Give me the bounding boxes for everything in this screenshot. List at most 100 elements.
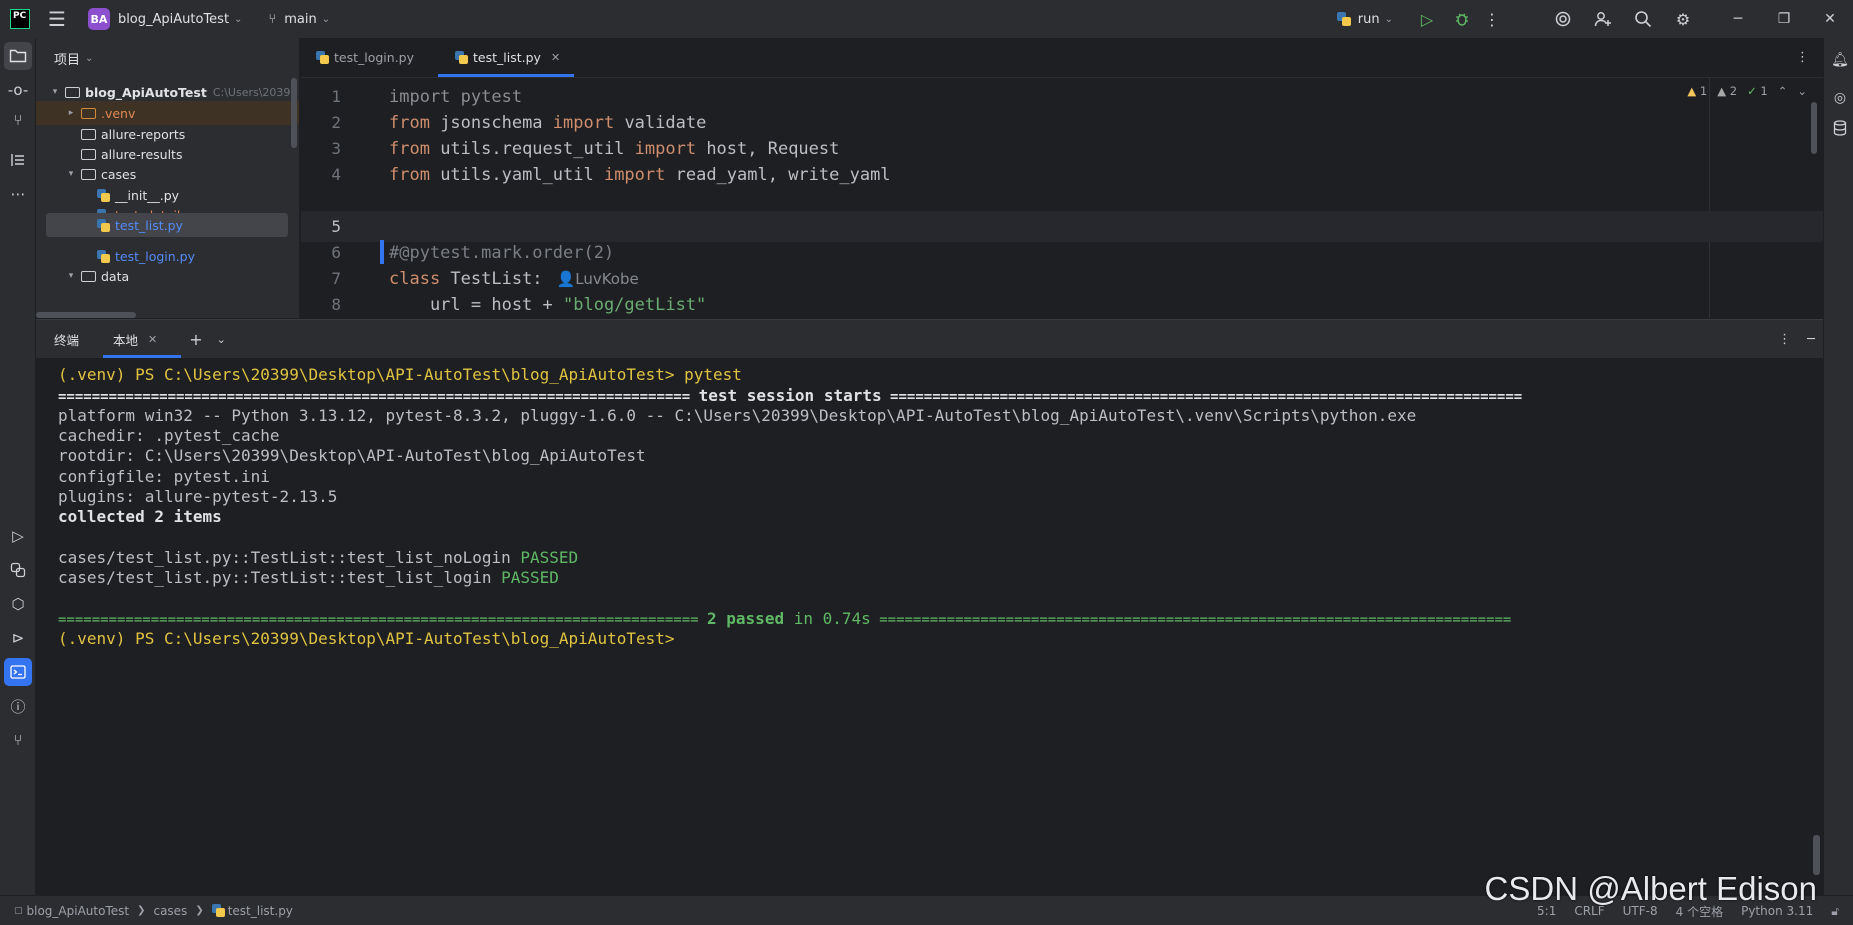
code-token: #@pytest.mark.order(2) [389, 242, 615, 263]
breadcrumb: ▢ blog_ApiAutoTest ❯ cases ❯ test_list.p… [14, 904, 293, 918]
breadcrumb-item[interactable]: test_list.py [228, 904, 293, 918]
python-console-icon[interactable]: ⊳ [4, 624, 32, 652]
project-tool-folder-icon[interactable] [4, 42, 32, 70]
project-h-scrollbar[interactable] [36, 312, 136, 318]
tree-item-path: C:\Users\20399 [212, 85, 298, 99]
code-editor[interactable]: test_login.py test_list.py ✕ ⋮ ▲ 1 ▲ 2 ✓… [301, 38, 1823, 318]
separator: ========================================… [881, 389, 1523, 405]
change-marker[interactable] [380, 240, 384, 264]
code-token: from [389, 112, 430, 133]
chevron-down-icon[interactable]: ⌄ [1385, 14, 1393, 25]
search-icon[interactable] [1623, 0, 1663, 38]
tab-label: 本地 [113, 332, 139, 348]
problems-icon[interactable]: ⓘ [4, 692, 32, 720]
close-tab-icon[interactable]: ✕ [148, 333, 157, 346]
summary-time: in 0.74s [784, 609, 871, 628]
python-packages-icon[interactable] [4, 556, 32, 584]
terminal-tab-local[interactable]: 本地 ✕ [102, 320, 182, 358]
tree-item-test-list[interactable]: test_list.py [46, 213, 288, 237]
separator: ========================================… [58, 612, 708, 628]
python-file-icon [211, 904, 225, 917]
commit-icon[interactable]: -o- [4, 76, 32, 104]
chevron-down-icon[interactable]: ▾ [64, 271, 78, 281]
python-file-icon [97, 249, 110, 263]
project-badge[interactable]: BA [87, 8, 110, 30]
branch-icon[interactable]: ⑂ [268, 12, 276, 27]
settings-gear-icon[interactable]: ⚙ [1663, 0, 1703, 38]
terminal-scrollbar[interactable] [1813, 835, 1820, 875]
main-menu-icon[interactable]: ☰ [48, 7, 66, 31]
test-status: PASSED [520, 548, 579, 567]
close-window-button[interactable]: ✕ [1807, 0, 1853, 38]
folder-icon [81, 148, 96, 160]
project-panel: 项目 ⌄ ▾ blog_ApiAutoTest C:\Users\20399 ▸… [36, 38, 300, 318]
run-tool-icon[interactable]: ▷ [4, 522, 32, 550]
chevron-down-icon[interactable]: ⌄ [322, 14, 330, 25]
breadcrumb-item[interactable]: cases [153, 904, 187, 918]
project-name[interactable]: blog_ApiAutoTest [118, 12, 229, 27]
line-number: 6 [331, 243, 341, 262]
session-header: test session starts [698, 386, 882, 405]
test-id: cases/test_list.py::TestList::test_list_… [58, 548, 521, 567]
ai-assistant-icon[interactable] [1543, 0, 1583, 38]
chevron-right-icon: ❯ [195, 905, 204, 916]
code-line: 8 url = host + "blog/getList" [301, 289, 1823, 318]
code-token: TestList: [440, 268, 543, 289]
git-icon[interactable]: ⑂ [4, 726, 32, 754]
test-id: cases/test_list.py::TestList::test_list_… [58, 568, 502, 587]
tree-item-data[interactable]: ▾ data [36, 264, 299, 288]
branch-name[interactable]: main [284, 12, 316, 27]
minimize-button[interactable]: ─ [1715, 0, 1761, 38]
more-vertical-icon[interactable]: ⋮ [1778, 332, 1791, 347]
notifications-bell-icon[interactable]: 🔔︎ [1828, 48, 1852, 72]
code-token: host, Request [696, 138, 840, 159]
python-file-icon [97, 188, 110, 202]
tab-label: test_login.py [334, 49, 415, 65]
python-run-config-icon[interactable] [1330, 0, 1358, 38]
more-vertical-icon[interactable]: ⋮ [1796, 50, 1809, 65]
chevron-down-icon[interactable]: ▾ [64, 169, 78, 179]
editor-tabs: test_login.py test_list.py ✕ ⋮ [301, 38, 1823, 78]
tree-item-label: data [101, 268, 130, 284]
tab-test-list[interactable]: test_list.py ✕ [438, 38, 575, 77]
pull-requests-icon[interactable]: ⑂ [4, 106, 32, 134]
pycharm-logo-icon: PC [10, 9, 30, 29]
line-number: 1 [331, 87, 341, 106]
chevron-down-icon[interactable]: ⌄ [85, 53, 93, 64]
run-config-name[interactable]: run [1358, 12, 1380, 27]
debug-icon[interactable] [1447, 0, 1477, 38]
chevron-right-icon[interactable]: ▸ [64, 108, 78, 118]
tab-test-login[interactable]: test_login.py [301, 38, 428, 77]
hide-panel-icon[interactable]: ─ [1807, 332, 1815, 347]
services-icon[interactable]: ⬡ [4, 590, 32, 618]
lock-icon[interactable]: 🔓︎ [1831, 904, 1839, 919]
author-hint[interactable]: 👤LuvKobe [557, 270, 639, 288]
chevron-down-icon[interactable]: ⌄ [234, 14, 242, 25]
right-tool-strip: 🔔︎ ◎ [1823, 38, 1853, 895]
run-icon[interactable]: ▷ [1407, 0, 1447, 38]
database-icon[interactable] [1828, 116, 1852, 140]
structure-icon[interactable] [4, 146, 32, 174]
new-terminal-plus-icon[interactable]: + [189, 330, 202, 349]
project-panel-header[interactable]: 项目 ⌄ [36, 38, 299, 78]
code-token: from [389, 138, 430, 159]
add-user-icon[interactable] [1583, 0, 1623, 38]
more-tools-icon[interactable]: ⋯ [4, 180, 32, 208]
more-vertical-icon[interactable]: ⋮ [1477, 0, 1507, 38]
project-scrollbar[interactable] [291, 78, 297, 148]
line-number: 2 [331, 113, 341, 132]
terminal-line: cases/test_list.py::TestList::test_list_… [58, 568, 559, 592]
terminal-icon[interactable] [4, 658, 32, 686]
tree-item-label: cases [101, 166, 137, 182]
restore-button[interactable]: ❐ [1761, 0, 1807, 38]
command: pytest [684, 365, 742, 384]
breadcrumb-item[interactable]: blog_ApiAutoTest [27, 904, 130, 918]
ai-chat-icon[interactable]: ◎ [1828, 86, 1852, 110]
line-number: 4 [331, 165, 341, 184]
chevron-down-icon[interactable]: ▾ [48, 87, 62, 97]
chevron-down-icon[interactable]: ⌄ [217, 333, 226, 346]
terminal-panel[interactable]: 终端 本地 ✕ + ⌄ ⋮ ─ (.venv) PS C:\Users\20399… [36, 319, 1823, 895]
python-file-icon [455, 50, 469, 64]
code-token: import [389, 86, 451, 107]
close-tab-icon[interactable]: ✕ [551, 51, 560, 64]
